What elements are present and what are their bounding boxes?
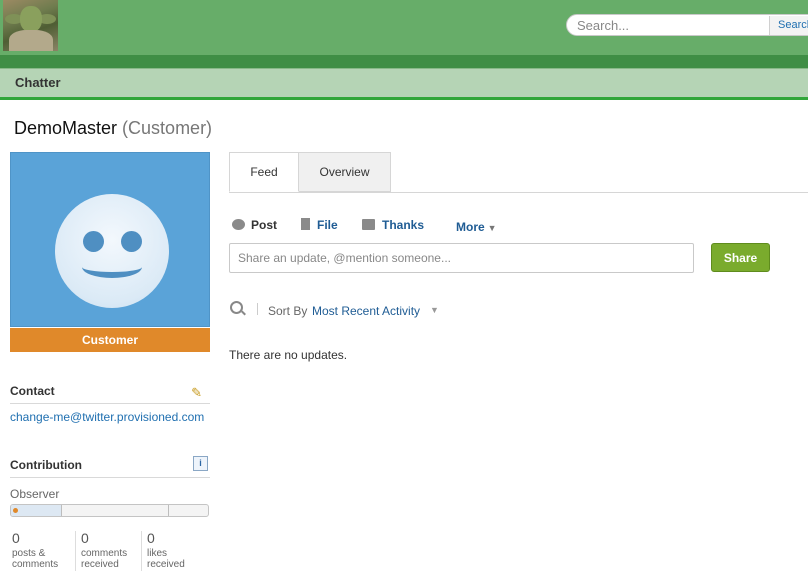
search-input[interactable] — [577, 18, 767, 32]
stat-label: posts & comments — [12, 548, 58, 570]
publisher-thanks[interactable]: Thanks — [362, 218, 424, 232]
stat-comments-received[interactable]: 0 comments received — [81, 530, 127, 570]
stat-count: 0 — [12, 530, 20, 546]
sort-by-label: Sort By — [268, 304, 308, 318]
stat-label-line1: likes — [147, 548, 168, 559]
smiley-mouth — [82, 256, 142, 278]
stat-label-line2: comments — [12, 559, 59, 570]
chevron-down-icon: ▼ — [487, 223, 497, 233]
progress-segment — [168, 505, 169, 516]
edit-pencil-icon[interactable]: ✎ — [191, 385, 202, 401]
speech-bubble-icon — [232, 219, 245, 230]
share-button[interactable]: Share — [711, 243, 770, 272]
search-button[interactable]: Search — [769, 16, 808, 35]
share-update-input[interactable] — [229, 243, 694, 273]
info-icon[interactable]: i — [193, 456, 208, 471]
top-header: Search — [0, 0, 808, 55]
tab-bar: Chatter — [0, 68, 808, 97]
stat-posts-comments[interactable]: 0 posts & comments — [12, 530, 58, 570]
global-search: Search — [566, 14, 808, 36]
header-divider — [0, 55, 808, 68]
contribution-title: Contribution — [10, 458, 82, 472]
tab-underline — [0, 97, 808, 100]
progress-fill — [11, 505, 63, 516]
profile-photo[interactable] — [10, 152, 210, 327]
tab-feed[interactable]: Feed — [229, 152, 299, 192]
publisher-post[interactable]: Post — [232, 218, 277, 232]
stat-count: 0 — [81, 530, 89, 546]
stat-separator — [75, 531, 76, 571]
publisher-more-label: More — [456, 220, 485, 234]
gift-icon — [362, 219, 375, 230]
logo-robe — [9, 30, 53, 51]
stat-separator — [141, 531, 142, 571]
stat-count: 0 — [147, 530, 155, 546]
publisher-post-label: Post — [251, 218, 278, 232]
contact-email-link[interactable]: change-me@twitter.provisioned.com — [10, 410, 204, 424]
progress-segment — [61, 505, 62, 516]
default-avatar-smiley-icon — [55, 194, 169, 308]
progress-marker — [13, 508, 18, 513]
contact-section-header: Contact ✎ — [10, 384, 210, 404]
sort-dropdown[interactable]: Most Recent Activity — [312, 304, 420, 318]
profile-name: DemoMaster — [14, 118, 118, 138]
publisher-more[interactable]: More ▼ — [456, 220, 497, 234]
contact-title: Contact — [10, 384, 55, 398]
stat-label-line2: received — [147, 559, 185, 570]
publisher-file-label: File — [317, 218, 338, 232]
stat-label-line1: posts & — [12, 548, 46, 559]
tab-overview[interactable]: Overview — [299, 152, 391, 192]
contribution-progress-bar — [10, 504, 209, 517]
smiley-eye-left — [83, 231, 104, 252]
user-avatar-logo[interactable] — [3, 0, 58, 51]
role-badge: Customer — [10, 328, 210, 352]
stat-label-line2: received — [81, 559, 119, 570]
profile-role: (Customer) — [122, 118, 213, 138]
tab-chatter[interactable]: Chatter — [15, 75, 61, 90]
smiley-eye-right — [121, 231, 142, 252]
logo-face — [20, 6, 42, 32]
empty-feed-message: There are no updates. — [229, 348, 348, 362]
publisher-thanks-label: Thanks — [382, 218, 425, 232]
search-icon[interactable] — [230, 301, 243, 314]
sort-separator — [257, 303, 258, 315]
file-icon — [301, 218, 310, 230]
stat-label: comments received — [81, 548, 127, 570]
page-title: DemoMaster (Customer) — [14, 118, 212, 139]
contribution-level: Observer — [10, 487, 60, 501]
contribution-section-header: Contribution i — [10, 456, 210, 478]
feed-tab-bar: Feed Overview — [229, 152, 808, 193]
stat-label: likes received — [147, 548, 185, 570]
stat-label-line1: comments — [81, 548, 128, 559]
publisher-file[interactable]: File — [301, 218, 338, 232]
stat-likes-received[interactable]: 0 likes received — [147, 530, 185, 570]
chevron-down-icon[interactable]: ▼ — [430, 305, 439, 315]
